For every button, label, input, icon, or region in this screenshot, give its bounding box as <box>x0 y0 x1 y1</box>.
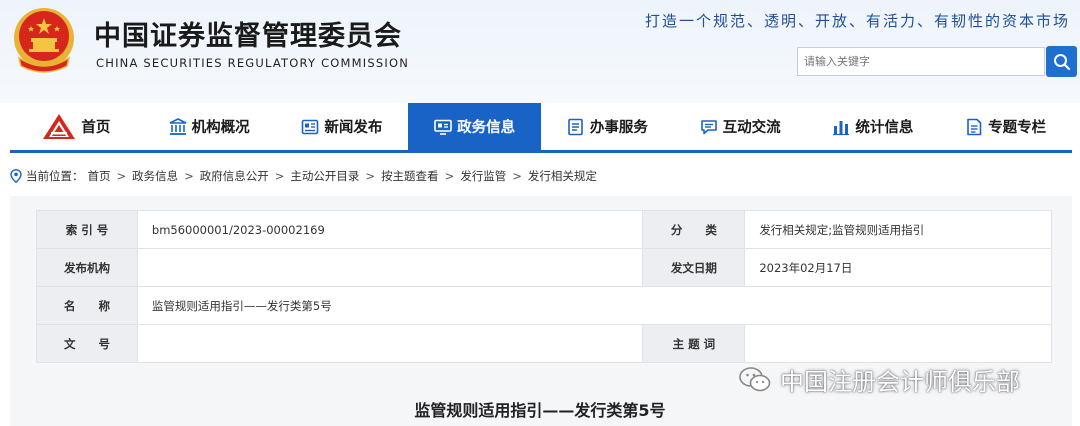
breadcrumb-prefix: 当前位置： <box>26 169 84 183</box>
date-label: 发文日期 <box>642 248 746 287</box>
watermark-text: 中国注册会计师俱乐部 <box>780 368 1020 396</box>
nav-item-about[interactable]: 机构概况 <box>143 103 276 150</box>
nav-item-label: 政务信息 <box>457 120 516 136</box>
table-row: 发布机构 发文日期 2023年02月17日 <box>36 248 1052 287</box>
bar-chart-icon <box>833 120 850 135</box>
document-icon <box>967 118 982 135</box>
category-value: 发行相关规定;监管规则适用指引 <box>744 210 1052 249</box>
date-value: 2023年02月17日 <box>744 248 1052 287</box>
breadcrumb-item[interactable]: 首页 <box>88 168 111 184</box>
site-header: 中国证券监督管理委员会 CHINA SECURITIES REGULATORY … <box>0 0 1080 103</box>
name-value: 监管规则适用指引——发行类第5号 <box>136 286 1053 325</box>
site-title[interactable]: 中国证券监督管理委员会 <box>94 14 402 53</box>
nav-item-gov-info[interactable]: 政务信息 <box>408 103 541 150</box>
index-value: bm56000001/2023-00002169 <box>136 210 644 249</box>
national-emblem-icon[interactable] <box>9 4 79 76</box>
article-title: 监管规则适用指引——发行类第5号 <box>414 401 666 420</box>
nav-item-news[interactable]: 新闻发布 <box>276 103 409 150</box>
table-row: 文 号 主 题 词 <box>36 324 1052 363</box>
name-label: 名 称 <box>36 286 138 325</box>
nav-item-topics[interactable]: 专题专栏 <box>939 103 1072 150</box>
newspaper-icon <box>302 119 319 134</box>
breadcrumb-item[interactable]: 发行监管 <box>460 168 506 184</box>
nav-item-services[interactable]: 办事服务 <box>541 103 674 150</box>
breadcrumb-separator: > <box>184 169 194 183</box>
issuer-value <box>136 248 644 287</box>
watermark: 中国注册会计师俱乐部 <box>738 362 1020 397</box>
subject-label: 主 题 词 <box>642 324 746 363</box>
nav-item-label: 互动交流 <box>722 120 781 136</box>
nav-item-label: 专题专栏 <box>988 120 1047 136</box>
nav-item-label: 统计信息 <box>855 120 914 136</box>
issuer-label: 发布机构 <box>36 248 138 287</box>
breadcrumb-separator: > <box>365 169 376 183</box>
docno-value <box>136 324 644 363</box>
site-slogan: 打造一个规范、透明、开放、有活力、有韧性的资本市场 <box>644 12 1070 30</box>
breadcrumb-item[interactable]: 主动公开目录 <box>290 168 359 184</box>
search-icon <box>1053 53 1070 70</box>
document-info-table: 索 引 号 bm56000001/2023-00002169 分 类 发行相关规… <box>36 210 1053 363</box>
breadcrumb-item-current[interactable]: 发行相关规定 <box>528 168 597 184</box>
search-button[interactable] <box>1046 46 1077 77</box>
table-row: 名 称 监管规则适用指引——发行类第5号 <box>36 286 1053 325</box>
building-icon <box>169 117 186 135</box>
home-logo-icon <box>43 113 76 139</box>
nav-item-label: 办事服务 <box>589 120 648 136</box>
breadcrumb-item[interactable]: 政务信息 <box>132 168 178 184</box>
nav-item-label: 首页 <box>81 120 111 136</box>
breadcrumb-separator: > <box>512 169 522 183</box>
site-title-english: CHINA SECURITIES REGULATORY COMMISSION <box>96 56 410 70</box>
nav-item-interaction[interactable]: 互动交流 <box>674 103 807 150</box>
breadcrumb: 当前位置： 首页 > 政务信息 > 政府信息公开 > 主动公开目录 > 按主题查… <box>10 168 597 184</box>
breadcrumb-separator: > <box>116 169 127 183</box>
docno-label: 文 号 <box>36 324 138 363</box>
nav-item-label: 新闻发布 <box>324 120 383 136</box>
category-label: 分 类 <box>642 210 746 249</box>
breadcrumb-item[interactable]: 按主题查看 <box>381 168 439 184</box>
list-icon <box>568 118 583 135</box>
table-row: 索 引 号 bm56000001/2023-00002169 分 类 发行相关规… <box>36 210 1052 249</box>
monitor-icon <box>434 119 452 135</box>
nav-item-statistics[interactable]: 统计信息 <box>807 103 940 150</box>
wechat-icon <box>739 366 771 391</box>
breadcrumb-separator: > <box>274 169 285 183</box>
location-pin-icon <box>10 169 22 183</box>
index-label: 索 引 号 <box>36 210 138 249</box>
breadcrumb-separator: > <box>444 169 455 183</box>
search-input[interactable] <box>797 47 1045 76</box>
main-nav: 首页 机构概况 新闻发布 政务信息 办事服务 互动交流 统计信息 专题专栏 <box>10 103 1072 153</box>
breadcrumb-item[interactable]: 政府信息公开 <box>200 168 269 184</box>
nav-item-label: 机构概况 <box>191 120 250 136</box>
chat-icon <box>700 119 717 134</box>
nav-item-home[interactable]: 首页 <box>10 103 143 150</box>
subject-value <box>744 324 1052 363</box>
